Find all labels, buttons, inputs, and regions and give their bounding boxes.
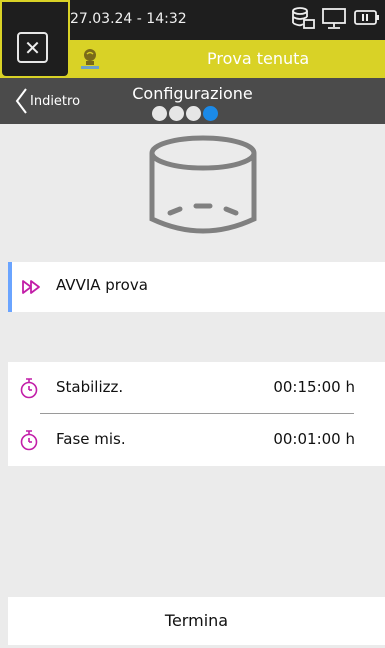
close-button[interactable]: ✕ <box>17 32 48 63</box>
battery-icon <box>354 10 379 25</box>
timing-value: 00:15:00 h <box>273 378 355 396</box>
start-test-label: AVVIA prova <box>56 276 148 294</box>
close-area: ✕ <box>0 0 70 78</box>
stopwatch-icon <box>20 430 38 451</box>
list-item-measurement[interactable]: Fase mis. 00:01:00 h <box>8 414 385 466</box>
page-title: Configurazione <box>132 84 253 103</box>
top-bar: ✕ 27.03.24 - 14:32 Prova tenuta <box>0 0 385 78</box>
database-icon <box>292 7 315 29</box>
mode-bar: Prova tenuta <box>70 40 385 78</box>
timing-label: Stabilizz. <box>56 378 124 396</box>
step-dot <box>169 106 184 121</box>
stopwatch-icon <box>20 378 38 399</box>
monitor-icon <box>322 8 346 29</box>
probe-icon <box>81 49 99 69</box>
start-test-button[interactable]: AVVIA prova <box>8 262 385 312</box>
selection-indicator <box>8 262 12 312</box>
step-dot <box>186 106 201 121</box>
step-indicator <box>152 106 218 121</box>
close-icon: ✕ <box>24 35 41 60</box>
list-item-stabilization[interactable]: Stabilizz. 00:15:00 h <box>8 362 385 414</box>
status-bar: 27.03.24 - 14:32 <box>70 0 385 38</box>
fast-forward-icon <box>22 280 40 294</box>
timing-list: Stabilizz. 00:15:00 h Fase mis. 00:01:00… <box>8 362 385 466</box>
tank-icon <box>149 135 257 234</box>
timing-label: Fase mis. <box>56 430 126 448</box>
timing-value: 00:01:00 h <box>273 430 355 448</box>
step-dot-active <box>203 106 218 121</box>
end-button[interactable]: Termina <box>8 597 385 645</box>
mode-title: Prova tenuta <box>207 49 310 68</box>
step-dot <box>152 106 167 121</box>
datetime: 27.03.24 - 14:32 <box>70 11 187 27</box>
